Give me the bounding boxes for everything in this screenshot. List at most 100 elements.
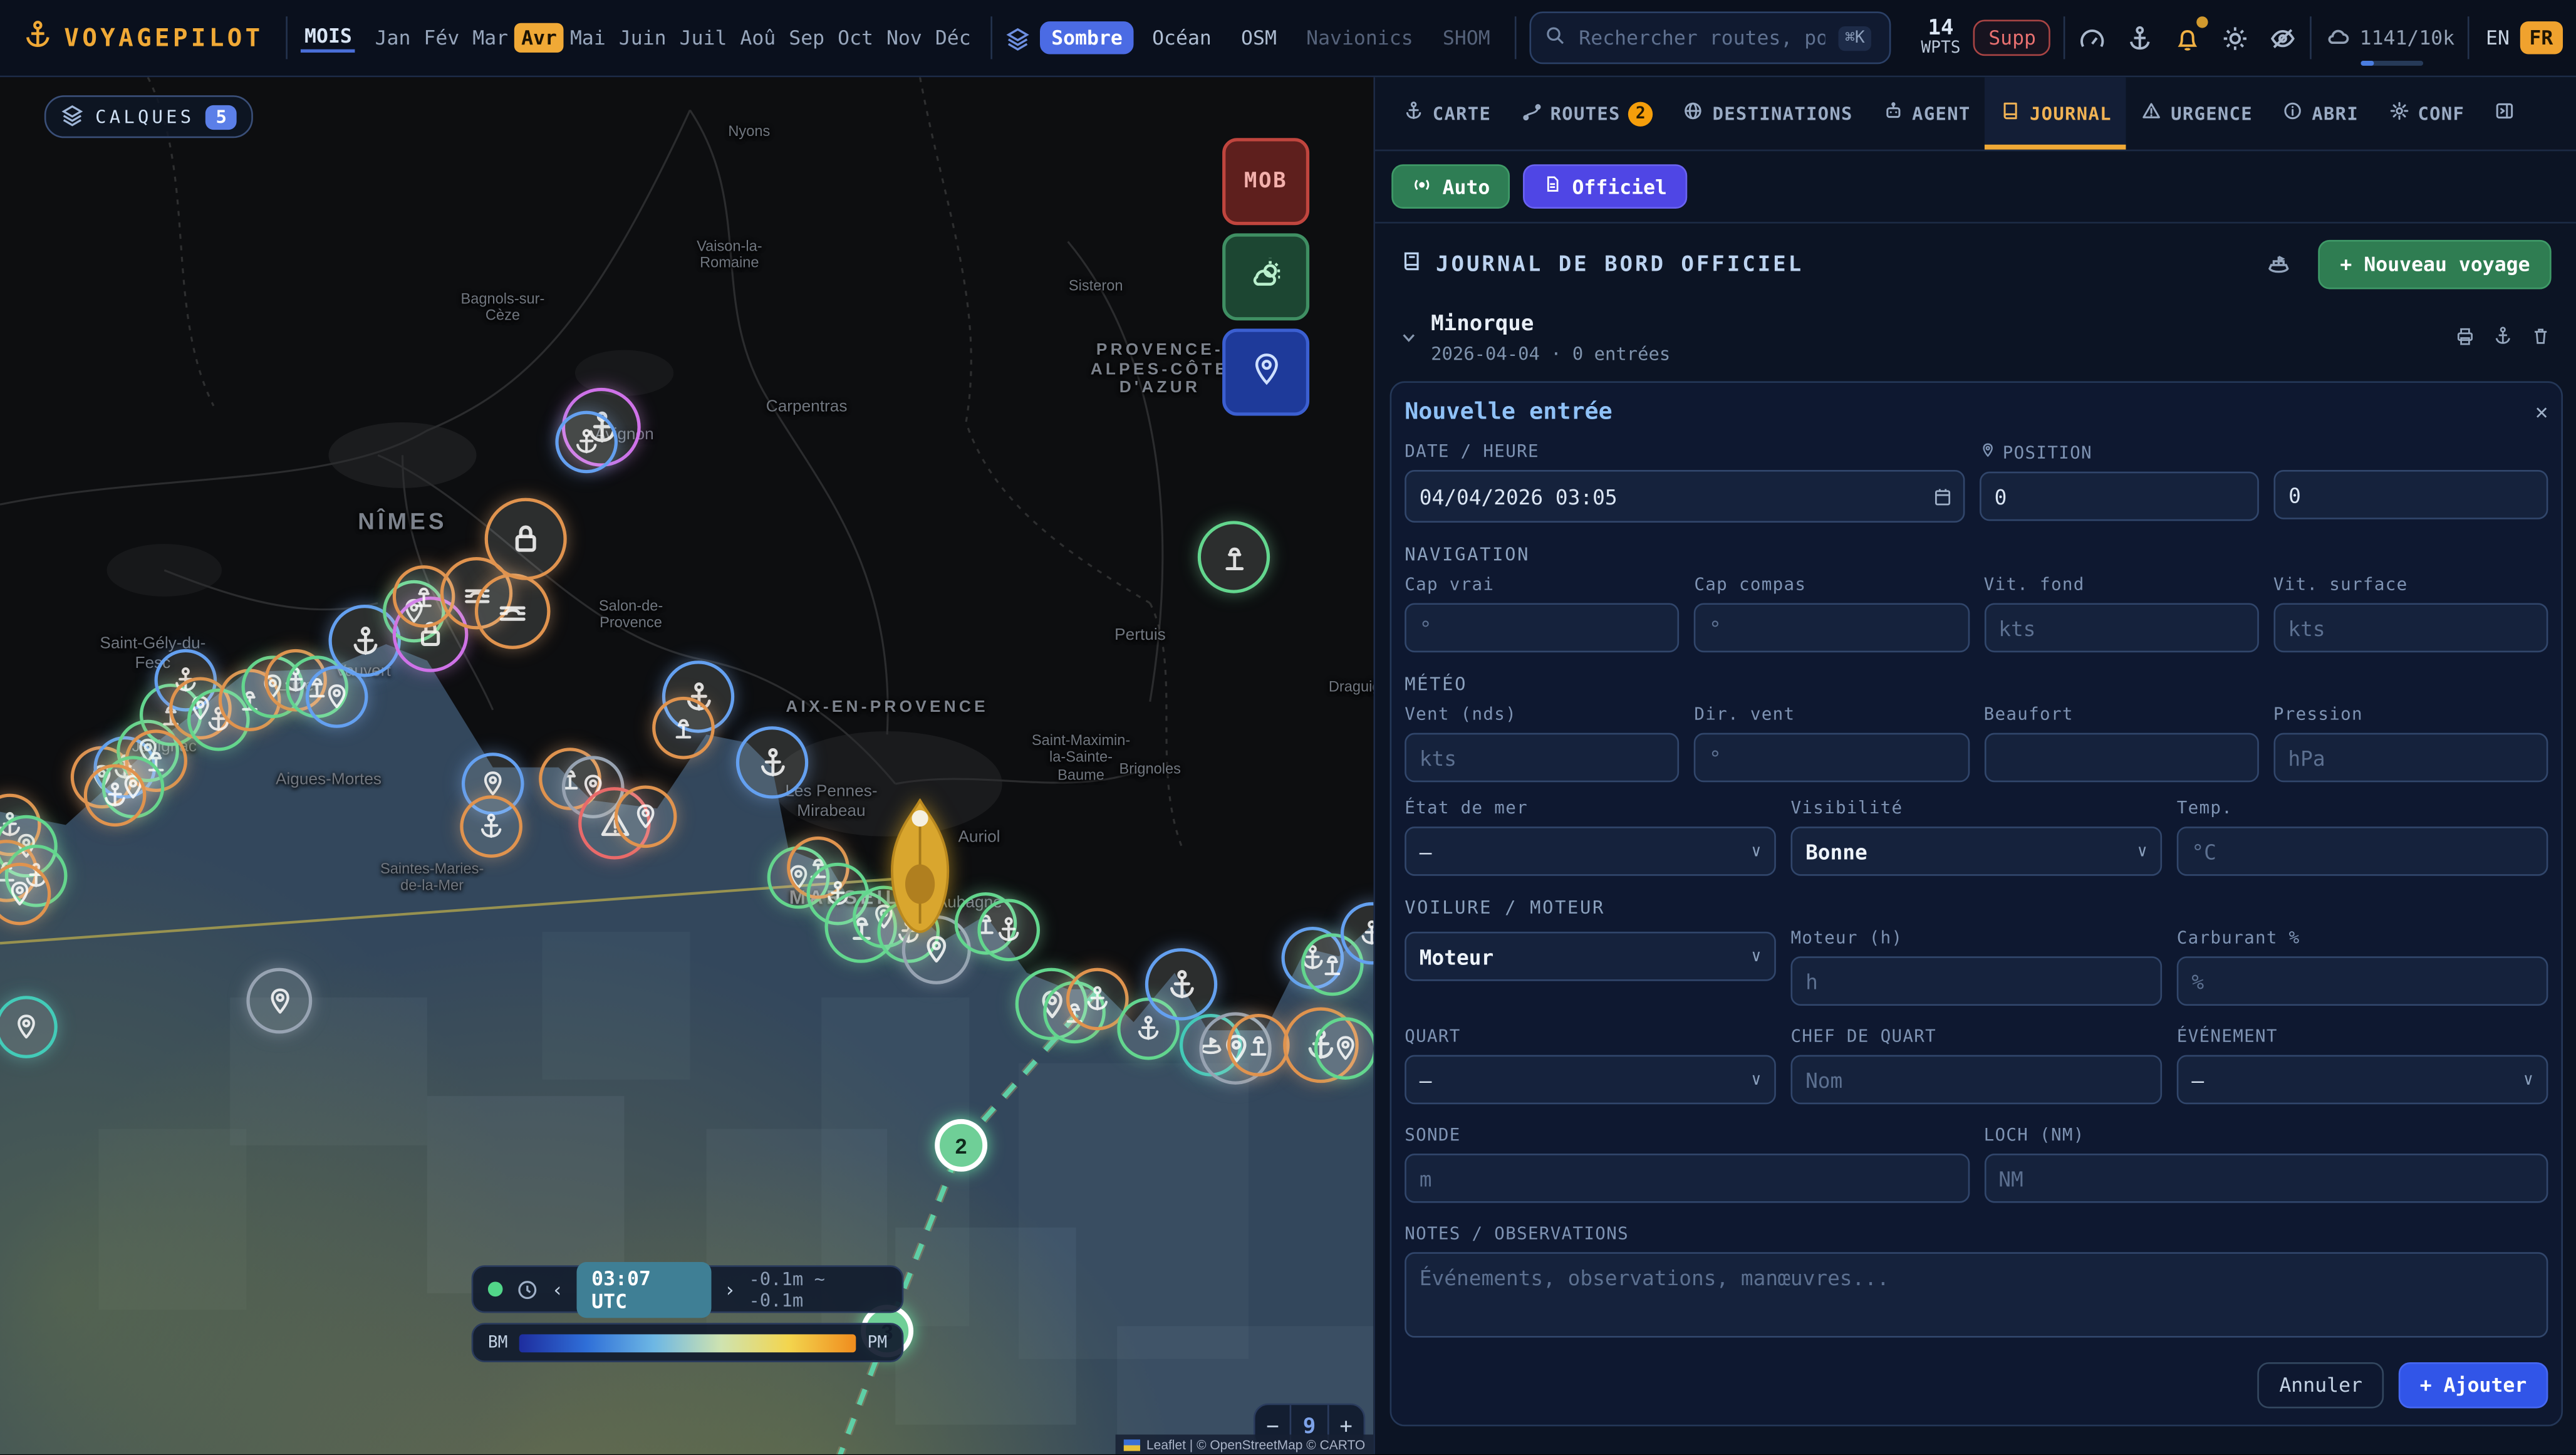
layers-panel-button[interactable]: CALQUES 5	[44, 95, 253, 138]
month-juin[interactable]: Juin	[612, 23, 673, 53]
vit-surface-input[interactable]	[2273, 603, 2548, 652]
moteur-h-input[interactable]	[1790, 956, 2162, 1006]
anchor-icon[interactable]	[2126, 24, 2154, 52]
new-voyage-button[interactable]: + Nouveau voyage	[2319, 240, 2551, 289]
month-avr[interactable]: Avr	[515, 23, 564, 53]
waypoint-2[interactable]: 2	[935, 1119, 987, 1172]
search-box[interactable]: ⌘K	[1530, 11, 1892, 64]
carburant-input[interactable]	[2177, 956, 2548, 1006]
cap-compas-input[interactable]	[1694, 603, 1969, 652]
officiel-mode-button[interactable]: Officiel	[1523, 164, 1687, 209]
tab-agent[interactable]: AGENT	[1867, 77, 1985, 149]
tab-abri[interactable]: ABRI	[2268, 77, 2374, 149]
ship-icon[interactable]	[2266, 251, 2292, 278]
locate-button[interactable]	[1222, 328, 1309, 415]
tab-carte[interactable]: CARTE	[1388, 77, 1506, 149]
month-aoû[interactable]: Aoû	[734, 23, 782, 53]
brightness-sun-icon[interactable]	[2221, 24, 2250, 52]
temp-input[interactable]	[2177, 827, 2548, 876]
basemap-navionics[interactable]: Navionics	[1295, 21, 1425, 54]
month-oct[interactable]: Oct	[831, 23, 880, 53]
poi-marker-mooring[interactable]	[652, 697, 715, 759]
visibilite-select[interactable]: Bonne∨	[1790, 827, 2162, 876]
month-jan[interactable]: Jan	[368, 23, 417, 53]
vent-input[interactable]	[1405, 733, 1680, 783]
map-canvas[interactable]: NyonsVaison-la- RomaineBagnols-sur- Cèze…	[0, 77, 1375, 1454]
poi-marker-pin[interactable]	[1314, 1017, 1375, 1080]
basemap-switcher: SombreOcéanOSMNavionicsSHOM	[1005, 21, 1502, 54]
month-déc[interactable]: Déc	[928, 23, 977, 53]
notes-textarea[interactable]	[1405, 1252, 2548, 1337]
poi-marker-anchor[interactable]	[977, 899, 1040, 961]
lang-fr-button[interactable]: FR	[2520, 21, 2563, 54]
trash-icon[interactable]	[2530, 322, 2552, 353]
own-ship-marker[interactable]	[889, 799, 952, 941]
clock-icon[interactable]	[516, 1278, 539, 1301]
vit-fond-input[interactable]	[1984, 603, 2259, 652]
poi-marker-anchor[interactable]	[736, 726, 808, 798]
datetime-input[interactable]	[1405, 470, 1965, 523]
basemap-shom[interactable]: SHOM	[1431, 21, 1502, 54]
tab-routes[interactable]: ROUTES2	[1506, 77, 1668, 149]
month-mar[interactable]: Mar	[466, 23, 515, 53]
notifications-bell-icon[interactable]	[2174, 24, 2202, 52]
tab-journal[interactable]: JOURNAL	[1985, 77, 2126, 149]
search-input[interactable]	[1576, 24, 1829, 51]
month-juil[interactable]: Juil	[673, 23, 734, 53]
chevron-down-icon: ∨	[1751, 842, 1761, 860]
print-icon[interactable]	[2454, 322, 2476, 353]
basemap-osm[interactable]: OSM	[1230, 21, 1289, 54]
poi-marker-anchor[interactable]	[555, 411, 618, 474]
poi-marker-pin[interactable]	[246, 968, 312, 1034]
quart-select[interactable]: —∨	[1405, 1055, 1776, 1105]
poi-marker-anchor[interactable]	[1145, 948, 1217, 1020]
dir-vent-input[interactable]	[1694, 733, 1969, 783]
delete-waypoints-button[interactable]: Supp	[1974, 19, 2051, 56]
chef-de-quart-input[interactable]	[1790, 1055, 2162, 1105]
close-icon[interactable]: ✕	[2535, 400, 2548, 425]
poi-marker-mooring[interactable]	[1227, 1014, 1290, 1077]
evenement-select[interactable]: —∨	[2177, 1055, 2548, 1105]
cap-vrai-input[interactable]	[1405, 603, 1680, 652]
poi-marker-anchor[interactable]	[84, 764, 147, 827]
current-time-display[interactable]: 03:07 UTC	[577, 1261, 711, 1317]
calendar-icon[interactable]	[1932, 483, 1953, 514]
etat-mer-select[interactable]: —∨	[1405, 827, 1776, 876]
chevron-down-icon[interactable]	[1400, 322, 1418, 353]
voyage-info[interactable]: Minorque 2026-04-04 · 0 entrées	[1431, 312, 2441, 365]
poi-marker-pin[interactable]	[615, 786, 677, 848]
add-entry-button[interactable]: + Ajouter	[2399, 1362, 2548, 1408]
poi-marker-bridge[interactable]	[475, 573, 551, 649]
poi-marker-lock[interactable]	[485, 498, 567, 580]
voilure-mode-select[interactable]: Moteur∨	[1405, 932, 1776, 981]
mob-button[interactable]: MOB	[1222, 138, 1309, 225]
latitude-input[interactable]	[1980, 472, 2259, 521]
tab-destinations[interactable]: DESTINATIONS	[1668, 77, 1868, 149]
export-anchor-icon[interactable]	[2492, 322, 2513, 353]
time-next-button[interactable]: ›	[724, 1278, 735, 1301]
month-fév[interactable]: Fév	[417, 23, 466, 53]
tide-gradient[interactable]	[519, 1333, 856, 1352]
tab-urgence[interactable]: URGENCE	[2126, 77, 2267, 149]
month-nov[interactable]: Nov	[880, 23, 928, 53]
visibility-off-icon[interactable]	[2269, 24, 2297, 52]
month-sep[interactable]: Sep	[782, 23, 831, 53]
basemap-océan[interactable]: Océan	[1141, 21, 1223, 54]
pression-input[interactable]	[2273, 733, 2548, 783]
basemap-sombre[interactable]: Sombre	[1040, 21, 1134, 54]
beaufort-input[interactable]	[1984, 733, 2259, 783]
longitude-input[interactable]	[2273, 470, 2548, 519]
panel-collapse-button[interactable]	[2480, 77, 2530, 149]
poi-marker-mooring[interactable]	[1198, 521, 1270, 593]
poi-marker-anchor[interactable]	[460, 795, 522, 858]
weather-button[interactable]	[1222, 233, 1309, 320]
cancel-button[interactable]: Annuler	[2258, 1362, 2384, 1408]
month-mai[interactable]: Mai	[564, 23, 613, 53]
auto-mode-button[interactable]: Auto	[1391, 164, 1510, 209]
lang-en-button[interactable]: EN	[2486, 26, 2510, 50]
loch-input[interactable]	[1984, 1154, 2548, 1203]
tab-conf[interactable]: CONF	[2374, 77, 2480, 149]
time-prev-button[interactable]: ‹	[552, 1278, 564, 1301]
gauge-icon[interactable]	[2079, 24, 2107, 52]
sonde-input[interactable]	[1405, 1154, 1969, 1203]
